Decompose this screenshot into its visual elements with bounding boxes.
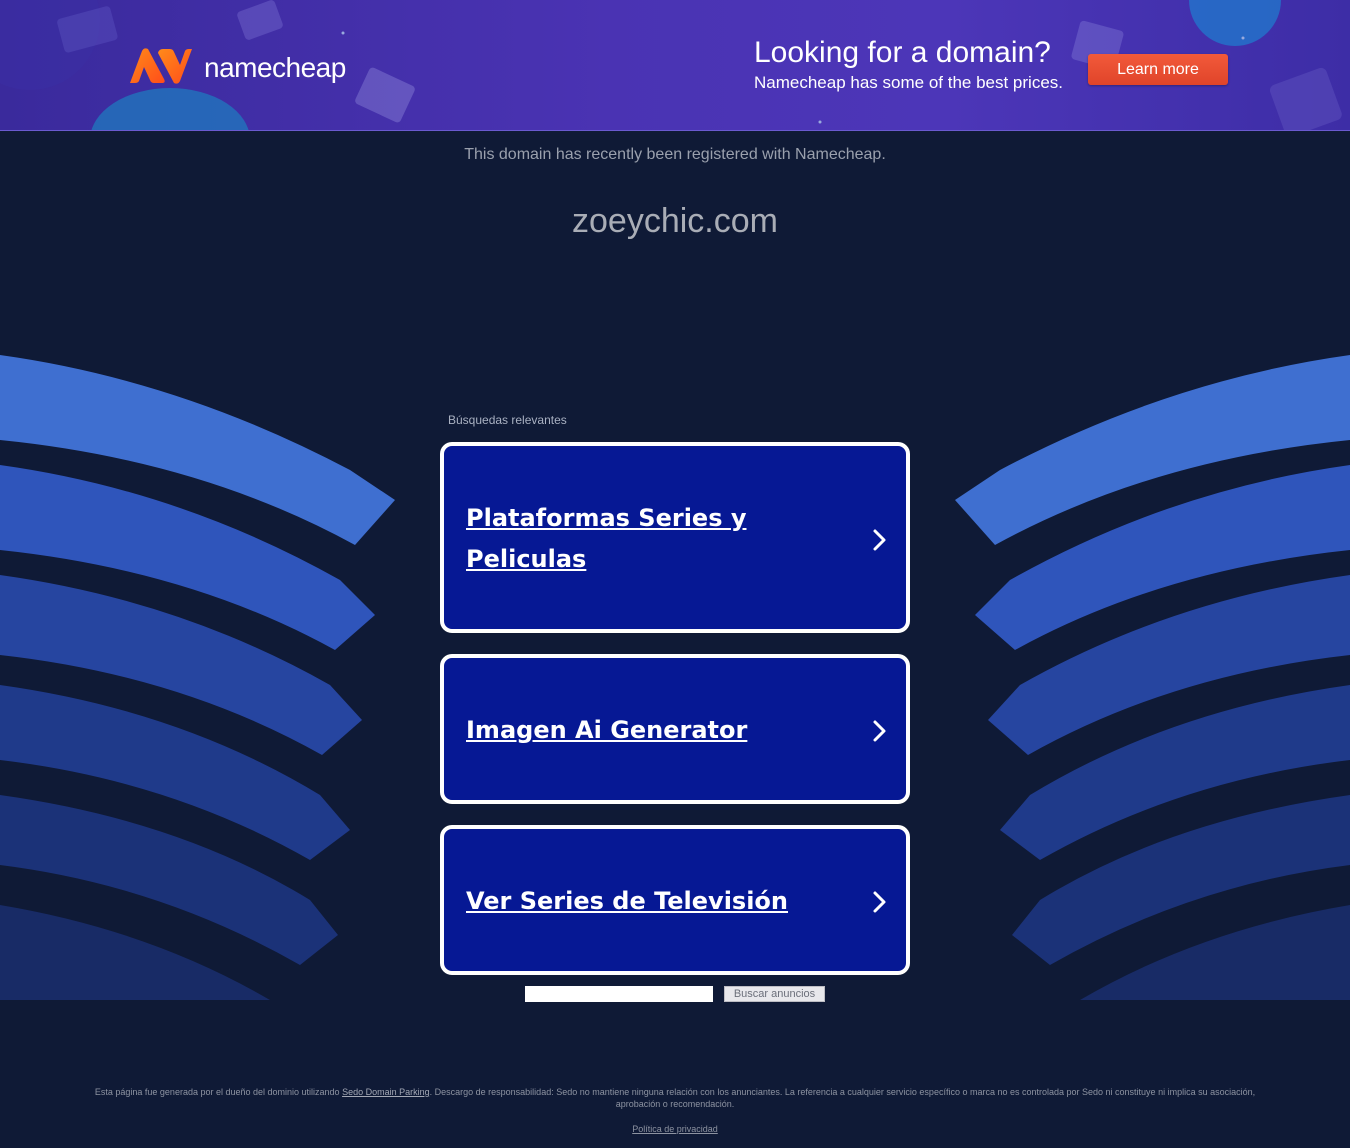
- disclaimer-text: . Descargo de responsabilidad: Sedo no m…: [429, 1087, 1256, 1109]
- registration-notice: This domain has recently been registered…: [464, 146, 886, 163]
- brand-name: namecheap: [204, 52, 346, 83]
- related-search-label[interactable]: Ver Series de Televisión: [466, 881, 836, 922]
- banner-subline: Namecheap has some of the best prices.: [754, 73, 1063, 92]
- related-search-link[interactable]: Ver Series de Televisión: [440, 825, 910, 975]
- namecheap-logo-icon: [130, 48, 192, 84]
- chevron-right-icon: [873, 720, 886, 742]
- related-search-label[interactable]: Imagen Ai Generator: [466, 710, 836, 751]
- learn-more-button[interactable]: Learn more: [1088, 54, 1228, 85]
- related-search-link[interactable]: Imagen Ai Generator: [440, 654, 910, 804]
- footer-disclaimer: Esta página fue generada por el dueño de…: [75, 1086, 1275, 1110]
- disclaimer-text: Esta página fue generada por el dueño de…: [94, 1087, 343, 1097]
- ad-search-button[interactable]: Buscar anuncios: [724, 986, 825, 1002]
- privacy-policy-link[interactable]: Política de privacidad: [0, 1124, 1350, 1134]
- chevron-right-icon: [873, 891, 886, 913]
- namecheap-banner[interactable]: namecheap Looking for a domain? Namechea…: [0, 0, 1350, 131]
- related-search-label[interactable]: Plataformas Series y Peliculas: [466, 498, 836, 580]
- banner-headline: Looking for a domain?: [754, 36, 1051, 69]
- ad-search-input[interactable]: [525, 986, 713, 1002]
- sedo-domain-parking-link[interactable]: Sedo Domain Parking: [342, 1087, 430, 1097]
- page: namecheap Looking for a domain? Namechea…: [0, 0, 1350, 1148]
- related-searches-title: Búsquedas relevantes: [448, 413, 567, 427]
- related-search-link[interactable]: Plataformas Series y Peliculas: [440, 442, 910, 633]
- domain-title: zoeychic.com: [572, 202, 778, 240]
- chevron-right-icon: [873, 529, 886, 551]
